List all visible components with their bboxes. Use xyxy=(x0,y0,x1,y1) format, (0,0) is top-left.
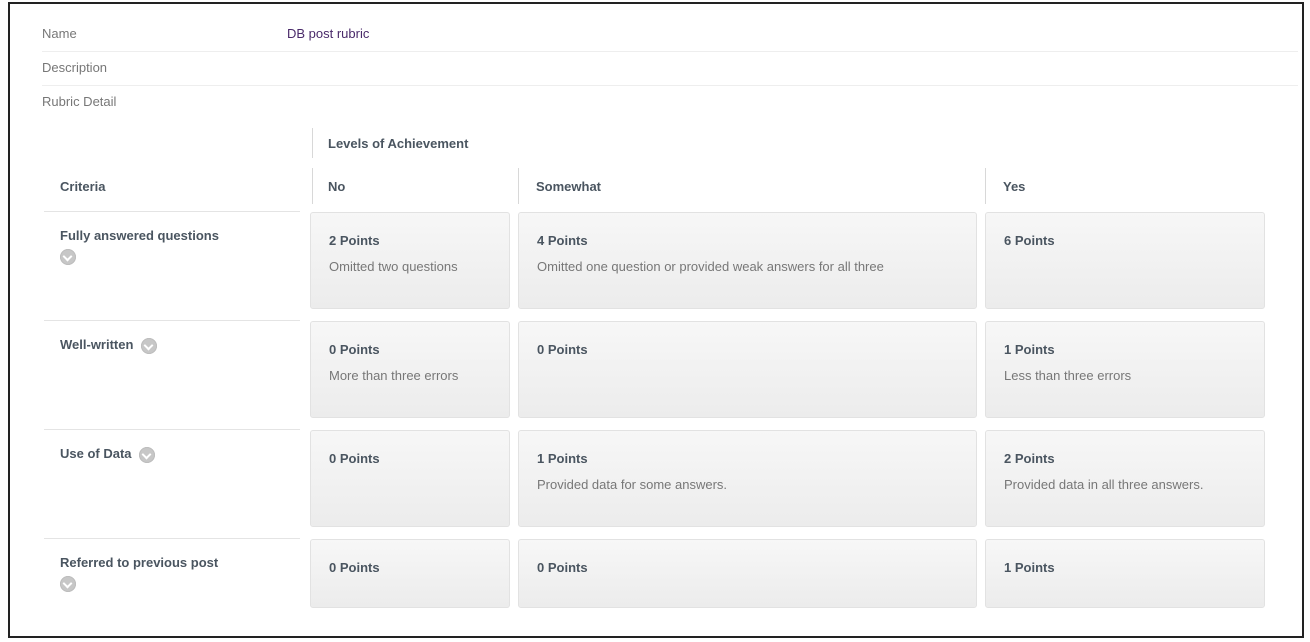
cell-description: More than three errors xyxy=(329,368,459,383)
rubric-cell: 0 Points xyxy=(518,539,977,608)
cell-points: 0 Points xyxy=(329,560,380,575)
rubric-cell: 1 Points Less than three errors xyxy=(985,321,1265,418)
cell-points: 4 Points xyxy=(537,233,588,248)
criterion-well-written: Well-written xyxy=(60,335,290,355)
cell-points: 2 Points xyxy=(329,233,380,248)
info-icon[interactable] xyxy=(60,575,76,592)
info-icon[interactable] xyxy=(139,446,156,463)
cell-points: 0 Points xyxy=(329,342,380,357)
rubric-panel: Name DB post rubric Description Rubric D… xyxy=(8,2,1304,638)
header-divider xyxy=(312,128,313,158)
criterion-label: Use of Data xyxy=(60,446,132,461)
info-icon[interactable] xyxy=(141,337,158,354)
cell-description: Provided data for some answers. xyxy=(537,477,728,492)
rubric-cell: 4 Points Omitted one question or provide… xyxy=(518,212,977,309)
criterion-use-of-data: Use of Data xyxy=(60,444,290,464)
rubric-detail-label: Rubric Detail xyxy=(42,94,117,109)
rubric-cell: 1 Points Provided data for some answers. xyxy=(518,430,977,527)
cell-description: Omitted two questions xyxy=(329,259,458,274)
level-header-yes: Yes xyxy=(1003,179,1026,194)
description-label: Description xyxy=(42,60,108,75)
criterion-label: Fully answered questions xyxy=(60,228,219,243)
level-header-somewhat: Somewhat xyxy=(536,179,602,194)
header-divider xyxy=(312,168,313,204)
rubric-cell: 1 Points xyxy=(985,539,1265,608)
rubric-cell: 6 Points xyxy=(985,212,1265,309)
header-divider xyxy=(518,168,519,204)
criterion-referred-previous-post: Referred to previous post xyxy=(60,553,290,593)
cell-description: Less than three errors xyxy=(1004,368,1132,383)
row-divider xyxy=(44,320,300,321)
criterion-fully-answered: Fully answered questions xyxy=(60,226,290,266)
divider xyxy=(42,51,1298,52)
row-divider xyxy=(44,429,300,430)
criterion-label: Well-written xyxy=(60,337,134,352)
rubric-cell: 2 Points Omitted two questions xyxy=(310,212,510,309)
criteria-header: Criteria xyxy=(60,179,106,194)
info-icon[interactable] xyxy=(60,248,76,265)
cell-points: 1 Points xyxy=(1004,342,1055,357)
cell-points: 1 Points xyxy=(537,451,588,466)
criterion-label: Referred to previous post xyxy=(60,555,219,570)
row-divider xyxy=(44,211,300,212)
cell-points: 0 Points xyxy=(537,342,588,357)
rubric-name: DB post rubric xyxy=(287,26,370,41)
level-header-no: No xyxy=(328,179,346,194)
cell-description: Omitted one question or provided weak an… xyxy=(537,259,884,274)
cell-points: 0 Points xyxy=(329,451,380,466)
rubric-cell: 0 Points xyxy=(518,321,977,418)
cell-points: 6 Points xyxy=(1004,233,1055,248)
cell-description: Provided data in all three answers. xyxy=(1004,477,1204,492)
rubric-cell: 0 Points xyxy=(310,430,510,527)
rubric-cell: 0 Points xyxy=(310,539,510,608)
cell-points: 1 Points xyxy=(1004,560,1055,575)
cell-points: 0 Points xyxy=(537,560,588,575)
levels-of-achievement-heading: Levels of Achievement xyxy=(328,136,469,151)
rubric-cell: 2 Points Provided data in all three answ… xyxy=(985,430,1265,527)
divider xyxy=(42,85,1298,86)
name-label: Name xyxy=(42,26,77,41)
header-divider xyxy=(985,168,986,204)
rubric-cell: 0 Points More than three errors xyxy=(310,321,510,418)
row-divider xyxy=(44,538,300,539)
cell-points: 2 Points xyxy=(1004,451,1055,466)
